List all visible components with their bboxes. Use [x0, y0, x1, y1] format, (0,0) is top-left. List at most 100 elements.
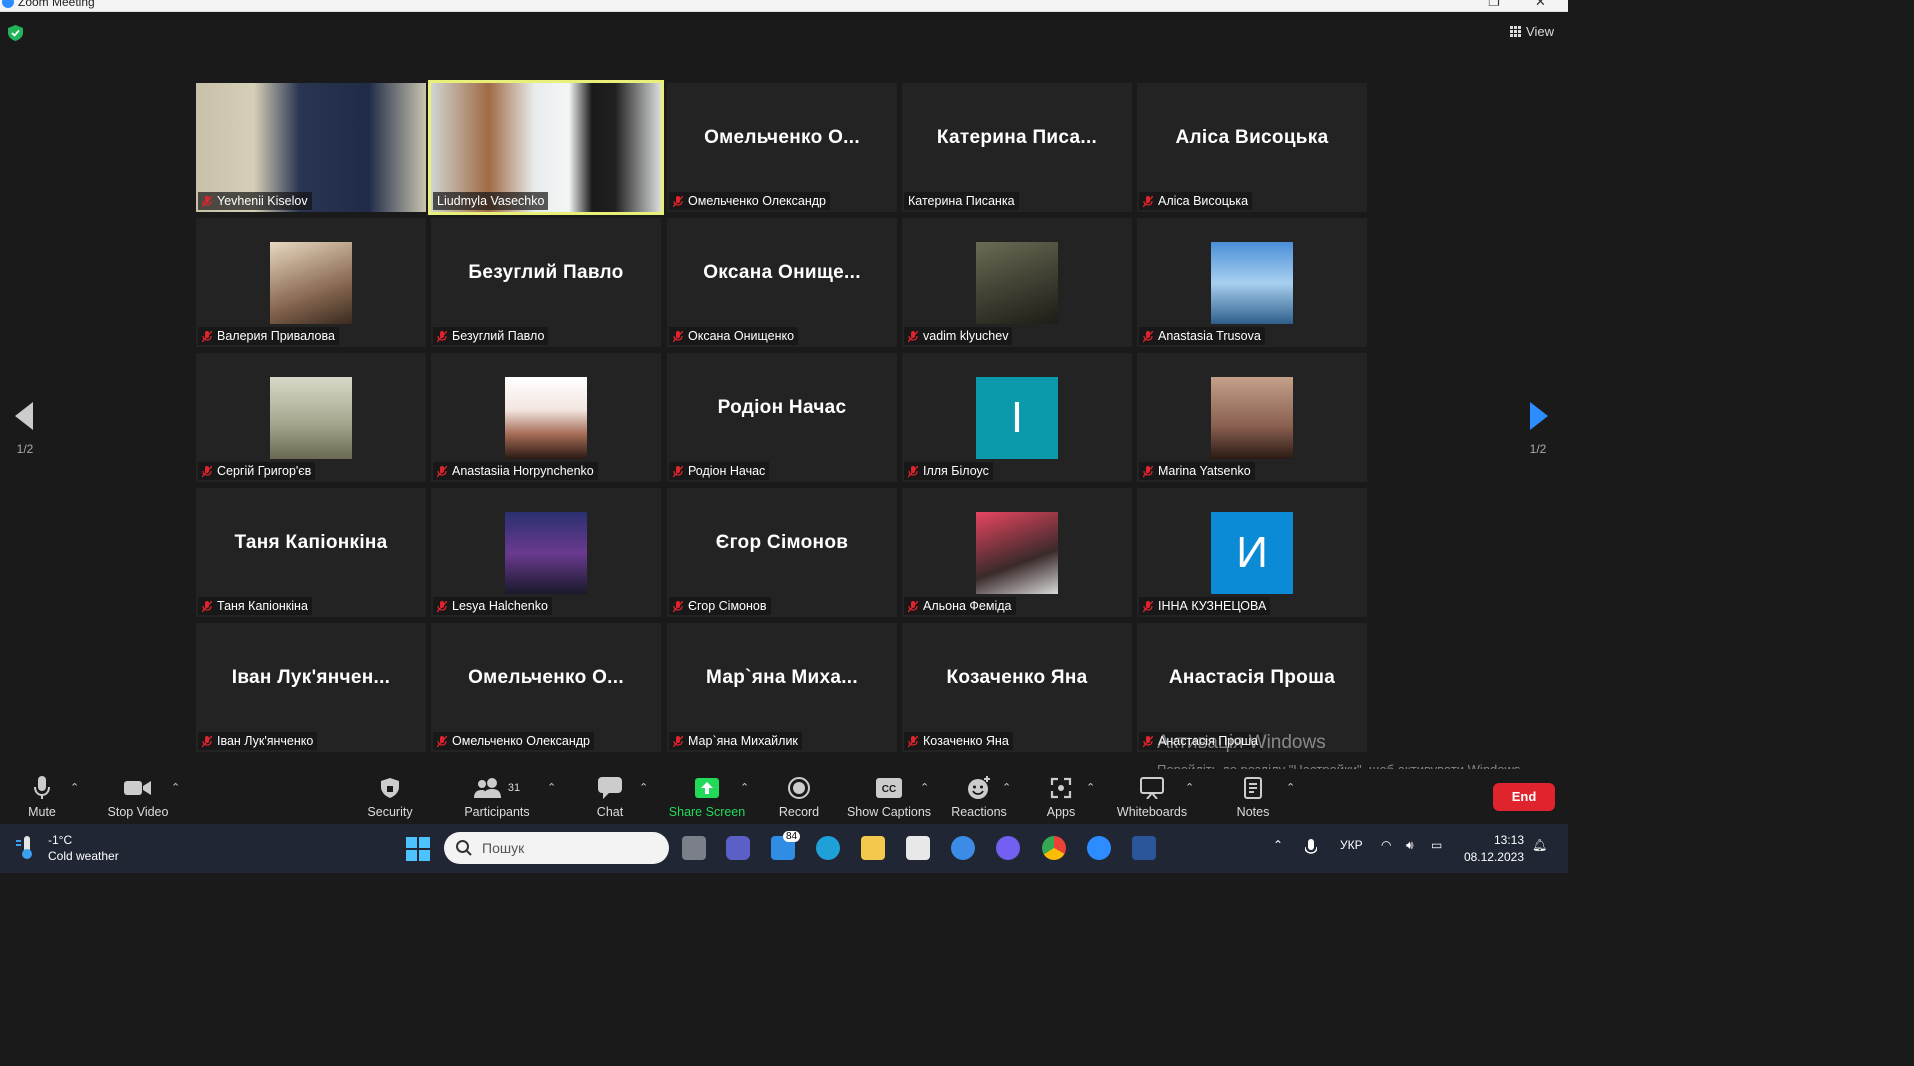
security-button[interactable]: Security: [362, 775, 418, 819]
participant-name: Liudmyla Vasechko: [437, 194, 545, 208]
participant-tile[interactable]: Альона Феміда: [902, 488, 1132, 617]
participant-name-label: Таня Капіонкіна: [198, 597, 312, 615]
tray-overflow-icon[interactable]: ⌃: [1273, 838, 1283, 852]
muted-mic-icon: [201, 600, 213, 612]
arrow-right-icon: [1530, 402, 1548, 430]
restore-icon[interactable]: ❐: [1488, 0, 1500, 10]
participant-name-label: Мар`яна Михайлик: [669, 732, 802, 750]
encryption-shield-icon: [8, 25, 23, 41]
participant-tile[interactable]: Катерина Писа... Катерина Писанка: [902, 83, 1132, 212]
whiteboards-options-caret[interactable]: ⌃: [1185, 781, 1194, 794]
stop-video-label: Stop Video: [107, 805, 169, 819]
language-indicator[interactable]: УКР: [1340, 838, 1363, 852]
participant-tile[interactable]: И ІННА КУЗНЕЦОВА: [1137, 488, 1367, 617]
volume-icon[interactable]: 🔊︎: [1406, 838, 1414, 853]
notes-options-caret[interactable]: ⌃: [1286, 781, 1295, 794]
notes-label: Notes: [1236, 805, 1270, 819]
chat-options-caret[interactable]: ⌃: [639, 781, 648, 794]
participant-display-name: Омельченко О...: [468, 667, 624, 688]
clock-time: 13:13: [1493, 833, 1524, 847]
muted-mic-icon: [1142, 195, 1154, 207]
closed-captions-icon: CC: [876, 778, 902, 798]
weather-widget[interactable]: -1°C Cold weather: [16, 832, 119, 864]
chrome-icon[interactable]: [1042, 836, 1066, 860]
participant-photo: [270, 377, 352, 459]
participant-name: vadim klyuchev: [923, 329, 1009, 343]
microsoft-store-icon[interactable]: [906, 836, 930, 860]
viber-icon[interactable]: [996, 836, 1020, 860]
share-screen-button[interactable]: Share Screen: [668, 775, 746, 819]
participants-options-caret[interactable]: ⌃: [547, 781, 556, 794]
participant-tile[interactable]: І Ілля Білоус: [902, 353, 1132, 482]
notes-button[interactable]: Notes: [1232, 775, 1274, 819]
participant-tile[interactable]: Козаченко Яна Козаченко Яна: [902, 623, 1132, 752]
battery-icon[interactable]: ▭: [1431, 838, 1442, 852]
participant-tile[interactable]: Мар`яна Миха... Мар`яна Михайлик: [667, 623, 897, 752]
video-options-caret[interactable]: ⌃: [171, 781, 180, 794]
participant-name-label: ІННА КУЗНЕЦОВА: [1139, 597, 1271, 615]
participant-tile[interactable]: Сергій Григор'єв: [196, 353, 426, 482]
participant-tile[interactable]: Іван Лук'янчен... Іван Лук'янченко: [196, 623, 426, 752]
participant-tile[interactable]: Marina Yatsenko: [1137, 353, 1367, 482]
whiteboards-button[interactable]: Whiteboards: [1114, 775, 1190, 819]
participants-count: 31: [507, 782, 521, 794]
arrow-left-icon: [15, 402, 33, 430]
reactions-button[interactable]: Reactions: [948, 775, 1010, 819]
apps-options-caret[interactable]: ⌃: [1086, 781, 1095, 794]
mute-button[interactable]: Mute: [20, 775, 64, 819]
participant-tile[interactable]: Yevhenii Kiselov: [196, 83, 426, 212]
apps-button[interactable]: Apps: [1040, 775, 1082, 819]
participant-name: Мар`яна Михайлик: [688, 734, 798, 748]
end-meeting-button[interactable]: End: [1493, 783, 1555, 811]
security-label: Security: [367, 805, 413, 819]
windows-start-icon[interactable]: [406, 837, 430, 861]
participant-tile[interactable]: Безуглий Павло Безуглий Павло: [431, 218, 661, 347]
participant-tile[interactable]: vadim klyuchev: [902, 218, 1132, 347]
participant-tile[interactable]: Валерия Привалова: [196, 218, 426, 347]
reactions-options-caret[interactable]: ⌃: [1002, 781, 1011, 794]
record-button[interactable]: Record: [774, 775, 824, 819]
participant-tile[interactable]: Омельченко О... Омельченко Олександр: [667, 83, 897, 212]
participant-name-label: Оксана Онищенко: [669, 327, 799, 345]
app-icon[interactable]: [951, 836, 975, 860]
word-icon[interactable]: [1132, 836, 1156, 860]
taskbar-clock[interactable]: 13:13 08.12.2023: [1462, 832, 1524, 866]
share-options-caret[interactable]: ⌃: [740, 781, 749, 794]
participant-display-name: Катерина Писа...: [936, 127, 1098, 148]
chat-button[interactable]: Chat: [590, 775, 630, 819]
participant-tile[interactable]: Таня Капіонкіна Таня Капіонкіна: [196, 488, 426, 617]
notifications-icon[interactable]: 🔔︎: [1532, 838, 1547, 852]
taskbar-search-input[interactable]: Пошук: [444, 832, 669, 864]
tray-microphone-icon[interactable]: [1305, 839, 1317, 857]
participant-tile[interactable]: Аліса Висоцька Аліса Висоцька: [1137, 83, 1367, 212]
participant-name-label: vadim klyuchev: [904, 327, 1013, 345]
next-page-button[interactable]: 1/2: [1513, 402, 1563, 456]
prev-page-button[interactable]: 1/2: [0, 402, 50, 456]
muted-mic-icon: [201, 465, 213, 477]
close-icon[interactable]: ✕: [1535, 0, 1546, 10]
participant-tile[interactable]: Anastasiia Horpynchenko: [431, 353, 661, 482]
meeting-area: View 1/2 1/2 Yevhenii Kiselov Liudmyla Va…: [0, 12, 1568, 777]
participant-tile[interactable]: Єгор Сімонов Єгор Сімонов: [667, 488, 897, 617]
participant-tile[interactable]: Liudmyla Vasechko: [428, 80, 664, 215]
zoom-app-icon[interactable]: [1087, 836, 1111, 860]
participants-button[interactable]: 31 Participants: [460, 775, 534, 819]
mute-options-caret[interactable]: ⌃: [70, 781, 79, 794]
participant-tile[interactable]: Родіон Начас Родіон Начас: [667, 353, 897, 482]
edge-browser-icon[interactable]: [816, 836, 840, 860]
participant-photo: [505, 377, 587, 459]
participant-tile[interactable]: Anastasia Trusova: [1137, 218, 1367, 347]
captions-options-caret[interactable]: ⌃: [920, 781, 929, 794]
apps-label: Apps: [1046, 805, 1076, 819]
view-button[interactable]: View: [1510, 24, 1554, 39]
stop-video-button[interactable]: Stop Video: [104, 775, 172, 819]
teams-chat-icon[interactable]: [726, 836, 750, 860]
participant-tile[interactable]: Оксана Онище... Оксана Онищенко: [667, 218, 897, 347]
participant-name-label: Liudmyla Vasechko: [433, 192, 549, 210]
wifi-icon[interactable]: ◠: [1381, 838, 1391, 852]
task-view-icon[interactable]: [682, 836, 706, 860]
participant-tile[interactable]: Lesya Halchenko: [431, 488, 661, 617]
participant-tile[interactable]: Омельченко О... Омельченко Олександр: [431, 623, 661, 752]
file-explorer-icon[interactable]: [861, 836, 885, 860]
participant-name-label: Ілля Білоус: [904, 462, 993, 480]
